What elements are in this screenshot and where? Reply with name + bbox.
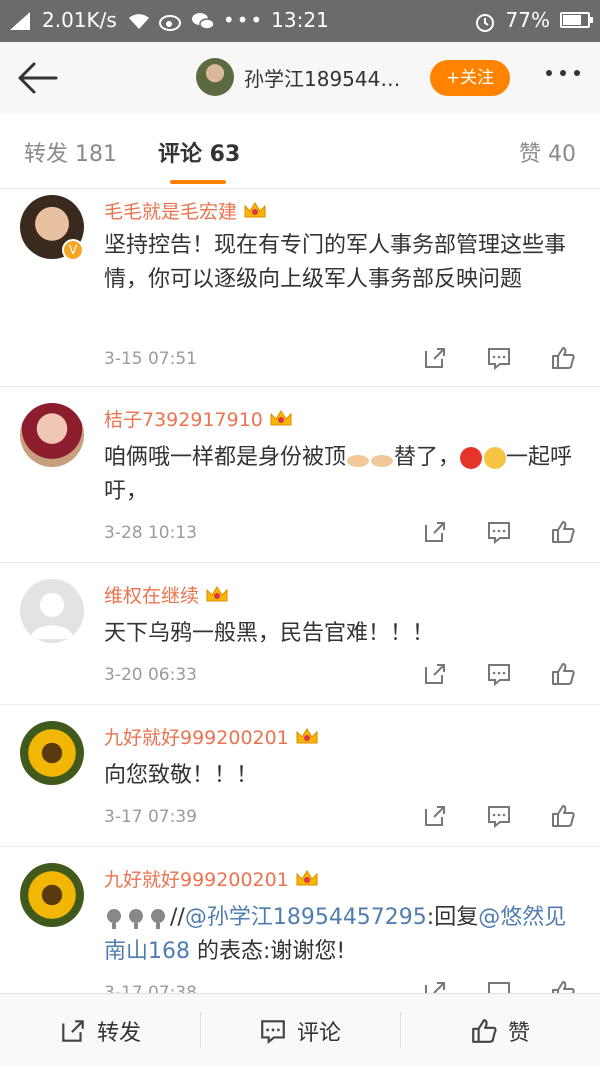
status-right: 77% [474, 8, 593, 32]
commenter-avatar[interactable] [20, 403, 84, 467]
commenter-name-text[interactable]: 桔子7392917910 [104, 405, 263, 432]
commenter-avatar[interactable] [20, 863, 84, 927]
reply-icon[interactable] [486, 345, 512, 371]
commenter-name[interactable]: 桔子7392917910 [104, 405, 293, 432]
comment-label: 评论 [296, 1020, 341, 1046]
comment-item: 桔子7392917910 咱俩哦一样都是身份被顶 替了， 一起呼吁， 3-28 10… [0, 387, 600, 563]
comment-time: 3-28 10:13 [104, 523, 197, 543]
comment-icon [261, 1019, 285, 1044]
vip-crown-icon [269, 409, 293, 429]
comment-text-part: 咱俩哦一样都是身份被顶 [104, 445, 347, 470]
comment-time: 3-17 07:38 [104, 983, 197, 993]
post-tabs: 转发 181 评论 63 赞 40 [0, 114, 600, 189]
share-icon[interactable] [422, 345, 448, 371]
bottom-action-bar: 转发 评论 赞 [0, 993, 600, 1066]
commenter-name[interactable]: 九好就好999200201 [104, 723, 319, 750]
microphone-emoji-icon [104, 907, 170, 929]
commenter-name-text[interactable]: 九好就好999200201 [104, 723, 289, 750]
comment-button[interactable]: 评论 [200, 994, 400, 1067]
active-tab-indicator [170, 180, 226, 184]
author-name[interactable]: 孙学江189544… [244, 63, 400, 92]
commenter-name-text[interactable]: 维权在继续 [104, 581, 199, 608]
comment-text-part: 替了， [394, 445, 461, 470]
comment-text: //@孙学江18954457295:回复@悠然见南山168 的表态:谢谢您! [104, 901, 580, 969]
reply-icon[interactable] [486, 979, 512, 993]
share-icon[interactable] [422, 979, 448, 993]
comment-text: 天下乌鸦一般黑，民告官难！！！ [104, 621, 435, 646]
comment-text-part: // [170, 905, 185, 930]
battery-percent: 77% [505, 8, 550, 32]
comment-item: 九好就好999200201 //@孙学江18954457295:回复@悠然见南山… [0, 847, 600, 993]
comment-text: 坚持控告！现在有专门的军人事务部管理这些事情，你可以逐级向上级军人事务部反映问题 [104, 233, 567, 292]
vip-crown-icon [205, 585, 229, 605]
angry-emoji-icon [460, 447, 483, 469]
comment-actions [422, 345, 576, 371]
share-icon[interactable] [422, 661, 448, 687]
comment-text: 向您致敬！！！ [104, 763, 259, 788]
handshake-emoji-icon [346, 448, 394, 468]
like-icon[interactable] [550, 345, 576, 371]
like-icon[interactable] [550, 803, 576, 829]
comment-time: 3-20 06:33 [104, 665, 197, 685]
tab-comments[interactable]: 评论 63 [158, 136, 240, 168]
comment-actions [422, 803, 576, 829]
default-avatar-icon [30, 593, 74, 639]
like-icon[interactable] [550, 979, 576, 993]
vip-crown-icon [243, 201, 267, 221]
commenter-avatar[interactable] [20, 721, 84, 785]
thumbs-up-icon [472, 1018, 497, 1043]
commenter-name[interactable]: 毛毛就是毛宏建 [104, 197, 267, 224]
comment-actions [422, 979, 576, 993]
status-bar: 2.01K/s ••• 13:21 77% [0, 0, 600, 42]
commenter-name-text[interactable]: 九好就好999200201 [104, 865, 289, 892]
back-arrow-icon[interactable] [14, 58, 60, 98]
verified-badge-icon: V [62, 239, 84, 261]
crying-emoji-icon [484, 447, 507, 469]
post-author[interactable]: 孙学江189544… [196, 58, 400, 96]
battery-fill [563, 15, 582, 25]
comment-time: 3-17 07:39 [104, 807, 197, 827]
repost-label: 转发 [96, 1020, 141, 1046]
commenter-avatar[interactable] [20, 579, 84, 643]
reply-icon[interactable] [486, 519, 512, 545]
tab-repost[interactable]: 转发 181 [24, 136, 117, 168]
reply-icon[interactable] [486, 803, 512, 829]
comment-text-part: 的表态:谢谢您! [190, 939, 346, 964]
follow-button[interactable]: +关注 [430, 60, 510, 96]
comment-text: 咱俩哦一样都是身份被顶 替了， 一起呼吁， [104, 441, 580, 509]
more-options-icon[interactable] [546, 70, 580, 76]
commenter-name-text[interactable]: 毛毛就是毛宏建 [104, 197, 237, 224]
comment-time: 3-15 07:51 [104, 349, 197, 369]
author-avatar[interactable] [196, 58, 234, 96]
share-icon[interactable] [422, 803, 448, 829]
like-button[interactable]: 赞 [400, 994, 600, 1067]
repost-button[interactable]: 转发 [0, 994, 200, 1067]
like-icon[interactable] [550, 519, 576, 545]
mention-link[interactable]: @孙学江18954457295 [185, 905, 427, 930]
comment-item: V 毛毛就是毛宏建 坚持控告！现在有专门的军人事务部管理这些事情，你可以逐级向上… [0, 189, 600, 387]
comment-text-part: :回复 [426, 905, 479, 930]
comment-item: 维权在继续 天下乌鸦一般黑，民告官难！！！ 3-20 06:33 [0, 563, 600, 705]
vip-crown-icon [295, 727, 319, 747]
repost-icon [62, 1019, 84, 1042]
comment-list[interactable]: V 毛毛就是毛宏建 坚持控告！现在有专门的军人事务部管理这些事情，你可以逐级向上… [0, 189, 600, 993]
alarm-icon [474, 11, 496, 32]
battery-icon [560, 12, 593, 28]
share-icon[interactable] [422, 519, 448, 545]
comment-actions [422, 519, 576, 545]
comment-item: 九好就好999200201 向您致敬！！！ 3-17 07:39 [0, 705, 600, 847]
reply-icon[interactable] [486, 661, 512, 687]
commenter-name[interactable]: 维权在继续 [104, 581, 229, 608]
comment-actions [422, 661, 576, 687]
top-nav-bar: 孙学江189544… +关注 [0, 42, 600, 114]
like-label: 赞 [507, 1020, 530, 1046]
commenter-name[interactable]: 九好就好999200201 [104, 865, 319, 892]
vip-crown-icon [295, 869, 319, 889]
tab-likes[interactable]: 赞 40 [519, 136, 576, 168]
like-icon[interactable] [550, 661, 576, 687]
